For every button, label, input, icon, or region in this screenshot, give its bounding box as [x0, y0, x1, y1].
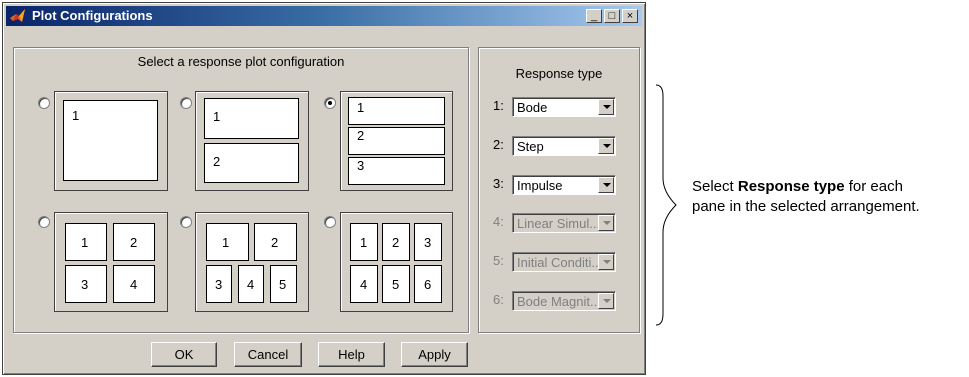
response-type-2-value: Step	[517, 139, 544, 154]
response-type-5-value: Initial Conditi...	[517, 255, 603, 270]
ok-button[interactable]: OK	[151, 342, 217, 367]
response-type-4-select[interactable]: Linear Simul...	[512, 213, 616, 233]
annotation-brace	[655, 84, 677, 326]
layout-5-preview[interactable]: 1 2 3 4 5	[195, 212, 309, 312]
dropdown-arrow-icon[interactable]	[598, 177, 614, 193]
matlab-logo-icon	[10, 9, 25, 22]
title-bar[interactable]: Plot Configurations _ □ ×	[6, 6, 642, 26]
configuration-group: Select a response plot configuration 1 1…	[13, 47, 469, 333]
annotation-line-2: pane in the selected arrangement.	[692, 198, 920, 215]
close-button[interactable]: ×	[622, 9, 638, 23]
dropdown-arrow-icon[interactable]	[598, 254, 614, 270]
row-3-number: 3:	[493, 176, 504, 191]
pane-cell: 1	[63, 100, 158, 181]
row-1-number: 1:	[493, 98, 504, 113]
layout-1-preview[interactable]: 1	[54, 91, 168, 191]
layout-2-radio[interactable]	[180, 97, 192, 109]
response-type-5-select[interactable]: Initial Conditi...	[512, 252, 616, 272]
window-title: Plot Configurations	[32, 8, 153, 23]
maximize-button[interactable]: □	[604, 9, 620, 23]
row-6-number: 6:	[493, 292, 504, 307]
pane-cell: 3	[206, 265, 232, 303]
response-type-caption: Response type	[515, 66, 603, 81]
layout-1-radio[interactable]	[38, 97, 50, 109]
response-type-1-value: Bode	[517, 100, 548, 115]
cancel-button[interactable]: Cancel	[234, 342, 302, 367]
pane-cell: 4	[113, 265, 155, 303]
apply-button[interactable]: Apply	[401, 342, 468, 367]
dropdown-arrow-icon[interactable]	[598, 138, 614, 154]
plot-configurations-dialog: Plot Configurations _ □ × Select a respo…	[2, 2, 646, 375]
pane-cell: 1	[350, 223, 378, 261]
layout-3-radio[interactable]	[324, 97, 336, 109]
layout-2-preview[interactable]: 1 2	[195, 91, 309, 191]
pane-cell: 2	[254, 223, 297, 261]
response-type-1-select[interactable]: Bode	[512, 97, 616, 117]
response-type-3-select[interactable]: Impulse	[512, 175, 616, 195]
pane-cell: 2	[348, 127, 445, 155]
pane-cell: 5	[270, 265, 297, 303]
row-5-number: 5:	[493, 253, 504, 268]
pane-cell: 2	[113, 223, 155, 261]
row-4-number: 4:	[493, 214, 504, 229]
pane-cell: 1	[206, 223, 249, 261]
pane-cell: 2	[382, 223, 410, 261]
annotation-text: Select Response type for each pane in th…	[692, 177, 920, 217]
pane-cell: 6	[414, 265, 442, 303]
layout-6-radio[interactable]	[324, 216, 336, 228]
response-type-4-value: Linear Simul...	[517, 216, 601, 231]
pane-cell: 4	[238, 265, 264, 303]
pane-cell: 3	[65, 265, 107, 303]
response-type-emphasis: Response type	[737, 178, 845, 195]
response-type-3-value: Impulse	[517, 178, 563, 193]
layout-3-preview[interactable]: 1 2 3	[340, 91, 453, 191]
pane-cell: 2	[204, 143, 299, 183]
response-type-6-select[interactable]: Bode Magnit...	[512, 291, 616, 311]
response-type-6-value: Bode Magnit...	[517, 294, 601, 309]
pane-cell: 5	[382, 265, 410, 303]
layout-5-radio[interactable]	[180, 216, 192, 228]
layout-6-preview[interactable]: 1 2 3 4 5 6	[340, 212, 453, 312]
dropdown-arrow-icon[interactable]	[598, 293, 614, 309]
annotation-line-1: Select Response type for each	[692, 178, 903, 195]
response-type-2-select[interactable]: Step	[512, 136, 616, 156]
dropdown-arrow-icon[interactable]	[598, 99, 614, 115]
pane-cell: 3	[348, 157, 445, 185]
dropdown-arrow-icon[interactable]	[598, 215, 614, 231]
pane-cell: 1	[204, 98, 299, 139]
pane-cell: 1	[65, 223, 107, 261]
pane-cell: 4	[350, 265, 378, 303]
pane-cell: 1	[348, 97, 445, 125]
minimize-button[interactable]: _	[586, 9, 602, 23]
pane-cell: 3	[414, 223, 442, 261]
configuration-caption: Select a response plot configuration	[137, 54, 345, 69]
row-2-number: 2:	[493, 137, 504, 152]
layout-4-radio[interactable]	[38, 216, 50, 228]
layout-4-preview[interactable]: 1 2 3 4	[54, 212, 168, 312]
help-button[interactable]: Help	[318, 342, 385, 367]
